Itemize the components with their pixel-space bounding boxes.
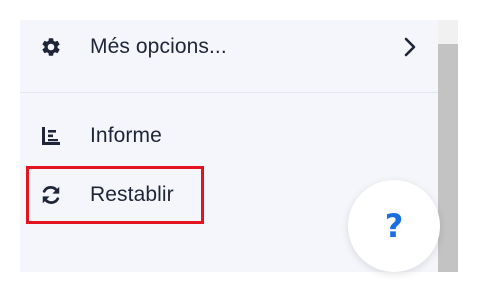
gear-icon [38,34,64,60]
menu-item-more-options[interactable]: Més opcions... [20,21,438,73]
scrollbar-thumb[interactable] [438,44,458,272]
divider [20,92,438,93]
menu-item-label: Més opcions... [90,35,227,58]
help-label: ? [384,207,404,245]
chevron-right-icon [402,37,418,57]
menu-item-report[interactable]: Informe [20,110,438,162]
menu-item-label: Informe [90,124,162,147]
bar-chart-icon [38,123,64,149]
help-button[interactable]: ? [348,180,440,272]
highlight-box [26,166,204,224]
